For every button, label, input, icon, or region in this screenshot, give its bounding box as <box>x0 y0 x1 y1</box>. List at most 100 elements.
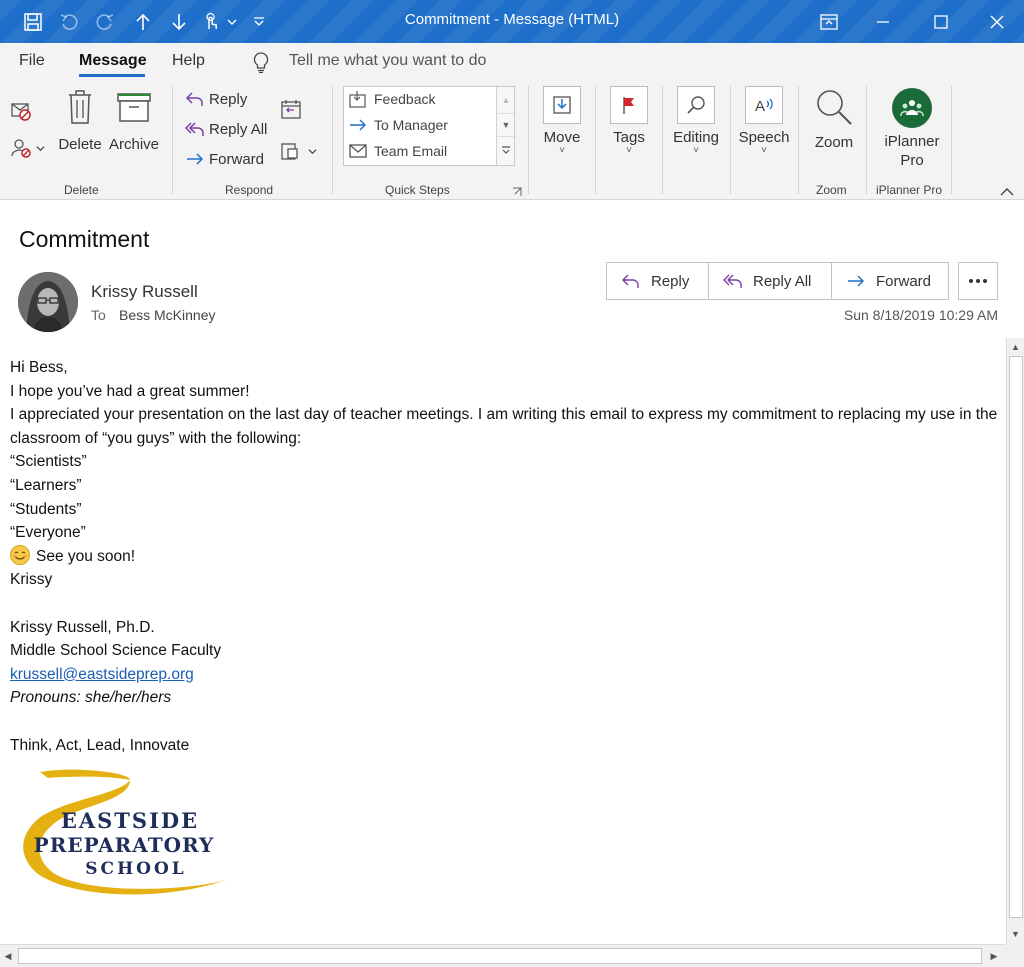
respond-group-label: Respond <box>225 183 274 197</box>
reply-icon <box>622 274 639 288</box>
speech-button[interactable]: A Speech ˅ <box>736 86 792 156</box>
customize-toolbar-icon[interactable] <box>248 9 270 35</box>
trash-icon <box>69 90 91 124</box>
body-line: “Students” <box>10 500 82 518</box>
delete-button[interactable]: Delete <box>56 88 104 153</box>
iplanner-label-2: Pro <box>900 152 924 169</box>
scroll-left-icon[interactable]: ◀ <box>0 947 16 965</box>
tab-message[interactable]: Message <box>79 52 147 70</box>
smiley-emoji-icon <box>10 544 30 565</box>
group-separator <box>332 86 333 194</box>
arrow-right-icon <box>350 119 366 131</box>
close-icon[interactable] <box>972 0 1022 43</box>
group-separator <box>798 86 799 194</box>
iplanner-pro-button[interactable]: iPlanner Pro <box>876 88 948 170</box>
zoom-icon <box>817 90 852 125</box>
body-line-with-emoji: See you soon! <box>10 544 1000 569</box>
tell-me-search[interactable]: Tell me what you want to do <box>289 52 486 70</box>
message-body: Hi Bess, I hope you’ve had a great summe… <box>10 356 1000 757</box>
ribbon-reply-all-button[interactable]: Reply All <box>185 120 267 138</box>
ribbon-forward-button[interactable]: Forward <box>185 150 264 168</box>
logo-line-1: EASTSIDE <box>61 808 199 833</box>
meeting-icon[interactable] <box>280 98 302 125</box>
collapse-ribbon-icon[interactable] <box>1000 184 1014 202</box>
speech-label: Speech <box>738 129 790 146</box>
cleanup-button[interactable] <box>10 137 45 159</box>
tab-file[interactable]: File <box>19 52 45 70</box>
arrow-down-icon[interactable] <box>166 9 192 35</box>
signature-name: Krissy Russell, Ph.D. <box>10 618 155 636</box>
vertical-scroll-thumb[interactable] <box>1009 356 1023 918</box>
feedback-icon <box>349 91 366 108</box>
more-respond-icon <box>281 143 298 160</box>
chevron-down-icon: ˅ <box>693 145 699 156</box>
menu-bar: File Message Help Tell me what you want … <box>0 43 1024 80</box>
sender-name[interactable]: Krissy Russell <box>91 282 198 302</box>
quick-steps-launcher-icon[interactable] <box>512 184 522 202</box>
signature-email-link[interactable]: krussell@eastsideprep.org <box>10 666 194 683</box>
message-date: Sun 8/18/2019 10:29 AM <box>843 307 998 323</box>
logo-line-3: SCHOOL <box>85 859 186 879</box>
reply-all-button[interactable]: Reply All <box>709 263 832 299</box>
recipient-name[interactable]: Bess McKinney <box>119 307 215 323</box>
quick-steps-scrollbar[interactable]: ▲ ▼ <box>496 87 514 165</box>
title-bar: Commitment - Message (HTML) <box>0 0 1024 43</box>
body-line: I appreciated your presentation on the l… <box>10 406 998 447</box>
iplanner-group-label: iPlanner Pro <box>876 183 943 197</box>
redo-icon[interactable] <box>92 9 118 35</box>
chevron-down-icon[interactable] <box>222 9 242 35</box>
signature-motto: Think, Act, Lead, Innovate <box>10 736 190 754</box>
scroll-up-icon[interactable]: ▲ <box>1007 338 1024 355</box>
iplanner-label: iPlanner <box>884 133 940 150</box>
maximize-icon[interactable] <box>916 0 966 43</box>
quick-step-to-manager[interactable]: To Manager <box>348 116 448 134</box>
quick-step-feedback[interactable]: Feedback <box>348 90 435 108</box>
touch-mode-icon[interactable] <box>198 9 224 35</box>
group-separator <box>528 86 529 194</box>
vertical-scrollbar[interactable]: ▲ ▼ <box>1006 338 1024 944</box>
forward-button[interactable]: Forward <box>832 263 948 299</box>
avatar <box>18 272 78 332</box>
archive-label: Archive <box>108 136 160 153</box>
ribbon-reply-button[interactable]: Reply <box>185 90 247 108</box>
tags-label: Tags <box>613 129 645 146</box>
horizontal-scroll-thumb[interactable] <box>18 948 982 964</box>
more-actions-button[interactable] <box>958 262 998 300</box>
editing-button[interactable]: Editing ˅ <box>670 86 722 156</box>
tags-button[interactable]: Tags ˅ <box>606 86 652 156</box>
reply-all-label: Reply All <box>753 272 812 290</box>
scroll-up-icon[interactable]: ▲ <box>498 88 514 112</box>
move-button[interactable]: Move ˅ <box>539 86 585 156</box>
group-separator <box>595 86 596 194</box>
scroll-down-icon[interactable]: ▼ <box>498 113 514 137</box>
to-label: To <box>91 307 106 323</box>
horizontal-scrollbar[interactable]: ◀ ▶ <box>0 944 1006 967</box>
undo-icon[interactable] <box>56 9 82 35</box>
reply-button[interactable]: Reply <box>607 263 709 299</box>
chevron-down-icon <box>36 145 45 151</box>
forward-icon <box>848 275 864 287</box>
quick-step-label: Team Email <box>374 143 448 159</box>
expand-gallery-icon[interactable] <box>498 138 514 162</box>
iplanner-icon <box>892 88 932 128</box>
ignore-icon[interactable] <box>10 100 32 127</box>
more-respond-button[interactable] <box>280 140 317 162</box>
ribbon-display-options-icon[interactable] <box>804 0 854 43</box>
tab-help[interactable]: Help <box>172 52 205 70</box>
svg-text:A: A <box>755 98 765 115</box>
signature-pronouns: Pronouns: she/her/hers <box>10 689 172 707</box>
quick-step-team-email[interactable]: Team Email <box>348 142 447 160</box>
school-logo: EASTSIDE PREPARATORY SCHOOL <box>12 764 248 904</box>
quick-step-label: To Manager <box>374 117 448 133</box>
arrow-up-icon[interactable] <box>130 9 156 35</box>
minimize-icon[interactable] <box>858 0 908 43</box>
scroll-down-icon[interactable]: ▼ <box>1007 925 1024 942</box>
forward-icon <box>187 153 204 165</box>
save-icon[interactable] <box>20 9 46 35</box>
scroll-right-icon[interactable]: ▶ <box>986 947 1002 965</box>
archive-icon <box>117 93 151 122</box>
zoom-button[interactable]: Zoom <box>808 86 860 151</box>
group-separator <box>730 86 731 194</box>
body-line: I hope you’ve had a great summer! <box>10 382 250 400</box>
archive-button[interactable]: Archive <box>108 88 160 153</box>
